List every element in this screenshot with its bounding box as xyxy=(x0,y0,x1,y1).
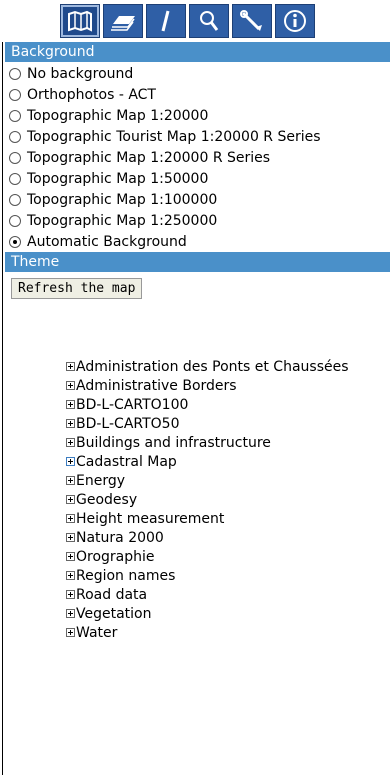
option-label: Topographic Tourist Map 1:20000 R Series xyxy=(27,128,321,145)
tree-item-label[interactable]: Orographie xyxy=(76,549,155,565)
tree-item[interactable]: Energy xyxy=(66,472,376,491)
layers-icon xyxy=(111,16,135,31)
tree-item[interactable]: Region names xyxy=(66,567,376,586)
tree-item[interactable]: Road data xyxy=(66,586,376,605)
tree-item-label[interactable]: Energy xyxy=(76,473,125,489)
tree-item-label[interactable]: Cadastral Map xyxy=(76,454,177,470)
background-option[interactable]: Topographic Tourist Map 1:20000 R Series xyxy=(3,126,390,147)
background-option[interactable]: Topographic Map 1:100000 xyxy=(3,189,390,210)
tools-icon xyxy=(240,10,262,31)
option-label: No background xyxy=(27,65,134,82)
option-label: Topographic Map 1:250000 xyxy=(27,212,218,229)
background-options: No background Orthophotos - ACT Topograp… xyxy=(3,62,390,252)
search-tab-button[interactable] xyxy=(189,4,229,38)
expand-icon[interactable] xyxy=(66,381,75,390)
background-option[interactable]: Topographic Map 1:250000 xyxy=(3,210,390,231)
tree-item-label[interactable]: Geodesy xyxy=(76,492,137,508)
expand-icon[interactable] xyxy=(66,571,75,580)
background-option[interactable]: Topographic Map 1:50000 xyxy=(3,168,390,189)
tree-item[interactable]: Natura 2000 xyxy=(66,529,376,548)
tree-item[interactable]: Administration des Ponts et Chaussées xyxy=(66,358,376,377)
tree-item[interactable]: Orographie xyxy=(66,548,376,567)
option-label: Topographic Map 1:20000 R Series xyxy=(27,149,271,166)
map-icon xyxy=(68,10,92,32)
tree-item-label[interactable]: Buildings and infrastructure xyxy=(76,435,271,451)
expand-icon[interactable] xyxy=(66,590,75,599)
tree-item-label[interactable]: Vegetation xyxy=(76,606,152,622)
tree-item[interactable]: BD-L-CARTO50 xyxy=(66,415,376,434)
background-option[interactable]: Automatic Background xyxy=(3,231,390,252)
expand-icon[interactable] xyxy=(66,609,75,618)
tree-item[interactable]: Buildings and infrastructure xyxy=(66,434,376,453)
layers-tab-button[interactable] xyxy=(103,4,143,38)
expand-icon[interactable] xyxy=(66,476,75,485)
tree-item[interactable]: BD-L-CARTO100 xyxy=(66,396,376,415)
refresh-map-button[interactable]: Refresh the map xyxy=(11,278,143,299)
radio-button[interactable] xyxy=(9,151,21,164)
tree-item-label[interactable]: BD-L-CARTO50 xyxy=(76,416,180,432)
option-label: Automatic Background xyxy=(27,233,187,250)
search-icon xyxy=(200,11,219,31)
tree-item[interactable]: Geodesy xyxy=(66,491,376,510)
tree-item[interactable]: Cadastral Map xyxy=(66,453,376,472)
expand-icon[interactable] xyxy=(66,362,75,371)
expand-icon[interactable] xyxy=(66,457,75,466)
toolbar xyxy=(60,4,315,40)
tree-item[interactable]: Height measurement xyxy=(66,510,376,529)
tree-item-label[interactable]: Region names xyxy=(76,568,175,584)
info-icon xyxy=(284,10,306,32)
expand-icon[interactable] xyxy=(66,495,75,504)
background-option[interactable]: Topographic Map 1:20000 xyxy=(3,105,390,126)
expand-icon[interactable] xyxy=(66,552,75,561)
expand-icon[interactable] xyxy=(66,533,75,542)
radio-button[interactable] xyxy=(9,193,21,206)
tree-item[interactable]: Water xyxy=(66,624,376,643)
expand-icon[interactable] xyxy=(66,400,75,409)
measure-tab-button[interactable] xyxy=(146,4,186,38)
tree-item-label[interactable]: Administration des Ponts et Chaussées xyxy=(76,359,349,375)
radio-button[interactable] xyxy=(9,88,21,101)
expand-icon[interactable] xyxy=(66,438,75,447)
background-option[interactable]: Topographic Map 1:20000 R Series xyxy=(3,147,390,168)
radio-button[interactable] xyxy=(9,130,21,143)
tree-item-label[interactable]: BD-L-CARTO100 xyxy=(76,397,188,413)
tree-item-label[interactable]: Road data xyxy=(76,587,147,603)
radio-button-selected[interactable] xyxy=(9,235,21,248)
tools-tab-button[interactable] xyxy=(232,4,272,38)
radio-button[interactable] xyxy=(9,67,21,80)
expand-icon[interactable] xyxy=(66,419,75,428)
option-label: Orthophotos - ACT xyxy=(27,86,156,103)
info-tab-button[interactable] xyxy=(275,4,315,38)
tree-item[interactable]: Administrative Borders xyxy=(66,377,376,396)
background-option[interactable]: No background xyxy=(3,63,390,84)
tree-item[interactable]: Vegetation xyxy=(66,605,376,624)
measure-icon xyxy=(161,10,170,32)
tree-item-label[interactable]: Natura 2000 xyxy=(76,530,164,546)
radio-button[interactable] xyxy=(9,214,21,227)
tree-item-label[interactable]: Height measurement xyxy=(76,511,224,527)
theme-tree: Administration des Ponts et Chaussées Ad… xyxy=(66,358,376,643)
option-label: Topographic Map 1:50000 xyxy=(27,170,209,187)
tree-item-label[interactable]: Water xyxy=(76,625,117,641)
theme-header: Theme xyxy=(5,252,390,272)
radio-button[interactable] xyxy=(9,109,21,122)
map-tab-button[interactable] xyxy=(60,4,100,38)
radio-button[interactable] xyxy=(9,172,21,185)
expand-icon[interactable] xyxy=(66,628,75,637)
background-option[interactable]: Orthophotos - ACT xyxy=(3,84,390,105)
option-label: Topographic Map 1:100000 xyxy=(27,191,218,208)
expand-icon[interactable] xyxy=(66,514,75,523)
tree-item-label[interactable]: Administrative Borders xyxy=(76,378,237,394)
option-label: Topographic Map 1:20000 xyxy=(27,107,209,124)
background-header: Background xyxy=(5,42,390,62)
